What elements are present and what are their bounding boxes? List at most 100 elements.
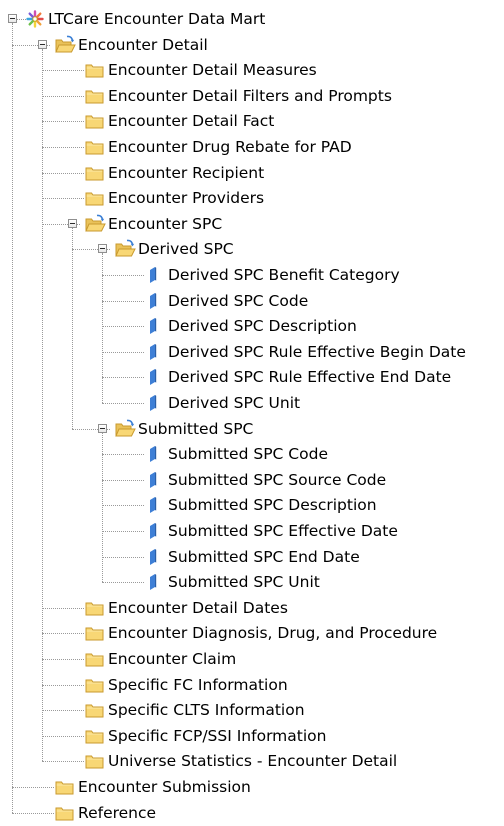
tree-item-label[interactable]: LTCare Encounter Data Mart	[48, 10, 265, 29]
tree-connector-line	[102, 275, 144, 276]
tree-item-label[interactable]: Encounter Submission	[78, 778, 251, 797]
tree-leaf-encounter-detail-filters-and-prompts[interactable]: Encounter Detail Filters and Prompts	[0, 84, 504, 109]
tree-folder-derived-spc[interactable]: Derived SPC	[0, 237, 504, 262]
universe-icon	[24, 9, 46, 29]
tree-leaf-submitted-spc-end-date[interactable]: Submitted SPC End Date	[0, 545, 504, 570]
tree-leaf-derived-spc-code[interactable]: Derived SPC Code	[0, 289, 504, 314]
tree-leaf-derived-spc-unit[interactable]: Derived SPC Unit	[0, 391, 504, 416]
tree-connector-line	[102, 300, 144, 302]
tree-item-label[interactable]: Encounter Detail Filters and Prompts	[108, 87, 392, 106]
tree-leaf-derived-spc-rule-effective-begin-date[interactable]: Derived SPC Rule Effective Begin Date	[0, 340, 504, 365]
tree-connector-line	[102, 582, 144, 584]
tree-leaf-submitted-spc-description[interactable]: Submitted SPC Description	[0, 493, 504, 518]
collapse-toggle-icon[interactable]	[98, 244, 107, 254]
tree-leaf-derived-spc-rule-effective-end-date[interactable]: Derived SPC Rule Effective End Date	[0, 365, 504, 390]
tree-item-label[interactable]: Submitted SPC Code	[168, 445, 328, 464]
tree-leaf-encounter-detail-fact[interactable]: Encounter Detail Fact	[0, 109, 504, 134]
tree-leaf-encounter-recipient[interactable]: Encounter Recipient	[0, 161, 504, 186]
folder-icon	[54, 803, 76, 823]
folder-icon	[84, 598, 106, 618]
tree-leaf-submitted-spc-code[interactable]: Submitted SPC Code	[0, 442, 504, 467]
tree-folder-submitted-spc[interactable]: Submitted SPC	[0, 417, 504, 442]
tree-item-label[interactable]: Specific CLTS Information	[108, 701, 305, 720]
tree-connector-line	[102, 326, 144, 328]
tree-leaf-submitted-spc-source-code[interactable]: Submitted SPC Source Code	[0, 468, 504, 493]
tree-item-label[interactable]: Submitted SPC Effective Date	[168, 522, 398, 541]
tree-item-label[interactable]: Submitted SPC	[138, 420, 253, 439]
tree-item-label[interactable]: Submitted SPC End Date	[168, 548, 360, 567]
tree-item-label[interactable]: Derived SPC Benefit Category	[168, 266, 400, 285]
tree-connector-line	[42, 659, 84, 660]
tree-item-label[interactable]: Universe Statistics - Encounter Detail	[108, 752, 397, 771]
tree-leaf-encounter-diagnosis-drug-and-procedure[interactable]: Encounter Diagnosis, Drug, and Procedure	[0, 621, 504, 646]
collapse-toggle-icon[interactable]	[68, 218, 77, 228]
tree-leaf-encounter-detail-measures[interactable]: Encounter Detail Measures	[0, 58, 504, 83]
tree-connector-line	[42, 684, 84, 686]
tree-leaf-encounter-submission[interactable]: Encounter Submission	[0, 775, 504, 800]
tree-connector-line	[42, 95, 84, 97]
tree-item-label[interactable]: Derived SPC Description	[168, 317, 357, 336]
tree-item-label[interactable]: Encounter Recipient	[108, 164, 264, 183]
collapse-toggle-icon[interactable]	[98, 423, 107, 433]
tree-folder-ltcare-encounter-data-mart[interactable]: LTCare Encounter Data Mart	[0, 7, 504, 32]
tree-item-label[interactable]: Encounter Detail Dates	[108, 599, 288, 618]
dimension-icon	[144, 444, 166, 464]
tree-item-label[interactable]: Specific FCP/SSI Information	[108, 727, 326, 746]
tree-item-label[interactable]: Submitted SPC Source Code	[168, 471, 386, 490]
tree-leaf-submitted-spc-effective-date[interactable]: Submitted SPC Effective Date	[0, 519, 504, 544]
universe-outline-tree: LTCare Encounter Data Mart Encounter Det…	[0, 0, 504, 822]
tree-connector-line	[102, 351, 144, 353]
tree-item-label[interactable]: Submitted SPC Unit	[168, 573, 320, 592]
dimension-icon	[144, 342, 166, 362]
tree-leaf-encounter-drug-rebate-for-pad[interactable]: Encounter Drug Rebate for PAD	[0, 135, 504, 160]
tree-item-label[interactable]: Encounter Detail Fact	[108, 112, 274, 131]
tree-item-label[interactable]: Derived SPC Unit	[168, 394, 300, 413]
tree-item-label[interactable]: Encounter Claim	[108, 650, 236, 669]
folder-icon	[84, 188, 106, 208]
tree-connector-line	[12, 787, 54, 788]
dimension-icon	[144, 470, 166, 490]
tree-item-label[interactable]: Encounter SPC	[108, 215, 222, 234]
tree-item-label[interactable]: Encounter Detail	[78, 36, 208, 55]
tree-leaf-specific-clts-information[interactable]: Specific CLTS Information	[0, 698, 504, 723]
tree-item-label[interactable]: Derived SPC Rule Effective End Date	[168, 368, 451, 387]
folder-icon	[84, 700, 106, 720]
folder-icon	[84, 137, 106, 157]
tree-item-label[interactable]: Specific FC Information	[108, 676, 288, 695]
tree-item-label[interactable]: Derived SPC Code	[168, 292, 308, 311]
tree-leaf-specific-fcp-ssi-information[interactable]: Specific FCP/SSI Information	[0, 724, 504, 749]
tree-leaf-reference[interactable]: Reference	[0, 801, 504, 826]
tree-connector-line	[42, 70, 84, 72]
tree-connector-line	[42, 761, 84, 763]
tree-leaf-encounter-claim[interactable]: Encounter Claim	[0, 647, 504, 672]
tree-leaf-universe-statistics-encounter-detail[interactable]: Universe Statistics - Encounter Detail	[0, 749, 504, 774]
folder-open-icon	[114, 239, 136, 259]
tree-leaf-derived-spc-benefit-category[interactable]: Derived SPC Benefit Category	[0, 263, 504, 288]
tree-connector-line	[102, 505, 144, 507]
tree-item-label[interactable]: Encounter Diagnosis, Drug, and Procedure	[108, 624, 437, 643]
tree-item-label[interactable]: Reference	[78, 804, 156, 823]
tree-item-label[interactable]: Derived SPC	[138, 240, 234, 259]
tree-connector-line	[42, 633, 84, 635]
tree-item-label[interactable]: Submitted SPC Description	[168, 496, 377, 515]
collapse-toggle-icon[interactable]	[8, 14, 17, 23]
tree-connector-line	[42, 198, 84, 200]
tree-leaf-encounter-detail-dates[interactable]: Encounter Detail Dates	[0, 596, 504, 621]
dimension-icon	[144, 367, 166, 387]
tree-folder-encounter-detail[interactable]: Encounter Detail	[0, 33, 504, 58]
tree-leaf-submitted-spc-unit[interactable]: Submitted SPC Unit	[0, 570, 504, 595]
tree-item-label[interactable]: Derived SPC Rule Effective Begin Date	[168, 343, 466, 362]
tree-leaf-encounter-providers[interactable]: Encounter Providers	[0, 186, 504, 211]
tree-connector-line	[42, 172, 84, 174]
tree-leaf-derived-spc-description[interactable]: Derived SPC Description	[0, 314, 504, 339]
tree-folder-encounter-spc[interactable]: Encounter SPC	[0, 212, 504, 237]
tree-connector-line	[12, 812, 54, 814]
dimension-icon	[144, 547, 166, 567]
folder-icon	[84, 726, 106, 746]
tree-item-label[interactable]: Encounter Detail Measures	[108, 61, 317, 80]
tree-item-label[interactable]: Encounter Providers	[108, 189, 264, 208]
tree-item-label[interactable]: Encounter Drug Rebate for PAD	[108, 138, 352, 157]
tree-leaf-specific-fc-information[interactable]: Specific FC Information	[0, 673, 504, 698]
collapse-toggle-icon[interactable]	[38, 39, 47, 49]
tree-connector-line	[102, 403, 144, 404]
